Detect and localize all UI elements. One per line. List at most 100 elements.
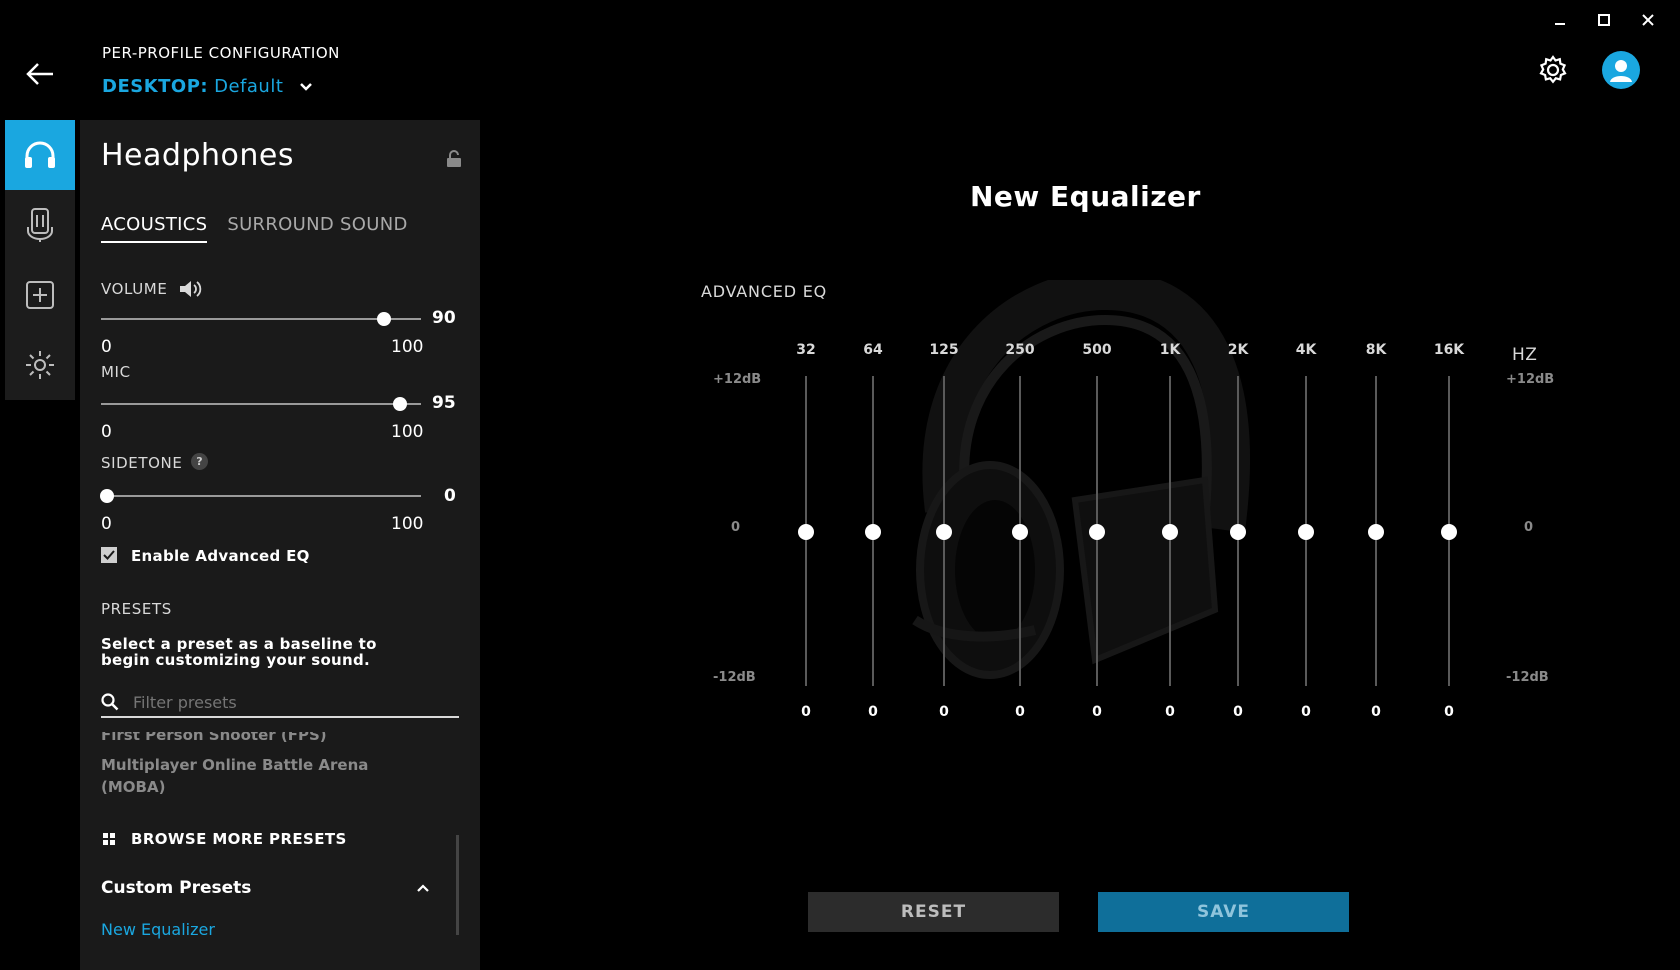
browse-more-presets-button[interactable]: BROWSE MORE PRESETS [101, 830, 347, 848]
config-title: PER-PROFILE CONFIGURATION [102, 44, 340, 62]
volume-max: 100 [391, 337, 424, 357]
hz-unit-label: HZ [1512, 345, 1538, 365]
chevron-up-icon [417, 884, 429, 892]
eq-band-value: 0 [1444, 704, 1454, 720]
mic-value: 95 [432, 393, 456, 413]
headphones-panel: Headphones ACOUSTICS SURROUND SOUND VOLU… [80, 120, 480, 970]
microphone-icon [27, 208, 53, 242]
custom-preset-item[interactable]: New Equalizer [101, 920, 215, 939]
tab-surround-sound[interactable]: SURROUND SOUND [227, 214, 407, 243]
eq-band-value: 0 [939, 704, 949, 720]
profile-key: DESKTOP: [102, 76, 209, 97]
volume-slider-thumb[interactable] [377, 312, 391, 326]
eq-band-thumb[interactable] [1441, 524, 1457, 540]
eq-band-value: 0 [1165, 704, 1175, 720]
back-button[interactable] [24, 60, 56, 88]
sidetone-slider[interactable] [101, 495, 421, 497]
save-button[interactable]: SAVE [1098, 892, 1349, 932]
sidetone-max: 100 [391, 514, 424, 534]
minimize-button[interactable] [1538, 8, 1582, 32]
eq-band-value: 0 [868, 704, 878, 720]
checkmark-icon [103, 550, 115, 560]
sidetone-help-icon[interactable]: ? [191, 453, 208, 470]
sidetone-value: 0 [444, 486, 456, 506]
eq-band-frequency: 2K [1227, 342, 1249, 358]
speaker-icon [180, 281, 202, 297]
sidetone-label: SIDETONE [101, 454, 183, 472]
eq-band-value: 0 [1233, 704, 1243, 720]
sidebar-item-lighting[interactable] [5, 330, 75, 400]
minimize-icon [1555, 23, 1565, 25]
user-avatar[interactable] [1602, 51, 1640, 89]
preset-search-input[interactable] [133, 692, 433, 712]
panel-title: Headphones [101, 138, 294, 173]
volume-min: 0 [101, 337, 112, 357]
lighting-icon [26, 351, 54, 379]
eq-band-thumb[interactable] [1089, 524, 1105, 540]
eq-band-thumb[interactable] [798, 524, 814, 540]
grid-icon [103, 833, 115, 845]
eq-band-thumb[interactable] [865, 524, 881, 540]
eq-band-value: 0 [801, 704, 811, 720]
db-top-left: +12dB [713, 372, 762, 387]
eq-band-thumb[interactable] [1298, 524, 1314, 540]
sidetone-slider-thumb[interactable] [100, 489, 114, 503]
profile-value: Default [214, 76, 284, 97]
volume-label: VOLUME [101, 280, 168, 298]
db-mid-right: 0 [1524, 520, 1534, 535]
advanced-eq-label[interactable]: Enable Advanced EQ [131, 547, 310, 565]
volume-slider[interactable] [101, 318, 421, 320]
eq-band-frequency: 64 [863, 342, 883, 358]
sidebar-item-headphones[interactable] [5, 120, 75, 190]
unlock-icon[interactable] [446, 150, 462, 168]
settings-button[interactable] [1537, 54, 1569, 86]
eq-band-thumb[interactable] [936, 524, 952, 540]
device-sidebar [5, 120, 75, 400]
mic-label: MIC [101, 363, 131, 381]
eq-band-thumb[interactable] [1230, 524, 1246, 540]
equalizer-title: New Equalizer [970, 180, 1201, 213]
tab-acoustics[interactable]: ACOUSTICS [101, 214, 208, 243]
preset-item[interactable]: Multiplayer Online Battle Arena (MOBA) [101, 754, 431, 798]
eq-band-thumb[interactable] [1012, 524, 1028, 540]
eq-band-thumb[interactable] [1162, 524, 1178, 540]
eq-band-frequency: 1K [1159, 342, 1181, 358]
panel-tabs: ACOUSTICS SURROUND SOUND [101, 214, 408, 243]
sidebar-item-microphone[interactable] [5, 190, 75, 260]
user-icon [1610, 60, 1632, 82]
profile-selector[interactable]: DESKTOP: Default [102, 76, 313, 97]
eq-band-value: 0 [1371, 704, 1381, 720]
maximize-button[interactable] [1582, 8, 1626, 32]
headphones-icon [25, 141, 55, 168]
maximize-icon [1598, 14, 1610, 26]
search-icon [101, 693, 119, 711]
eq-band-value: 0 [1092, 704, 1102, 720]
eq-band-value: 0 [1301, 704, 1311, 720]
chevron-down-icon [300, 82, 313, 91]
reset-button[interactable]: RESET [808, 892, 1059, 932]
eq-band-frequency: 8K [1365, 342, 1387, 358]
custom-presets-header[interactable]: Custom Presets [101, 878, 429, 898]
arrow-left-icon [26, 63, 53, 85]
advanced-eq-heading: ADVANCED EQ [701, 282, 828, 301]
mic-slider[interactable] [101, 403, 421, 405]
db-bottom-right: -12dB [1506, 670, 1549, 685]
mic-slider-thumb[interactable] [393, 397, 407, 411]
eq-band-thumb[interactable] [1368, 524, 1384, 540]
db-top-right: +12dB [1506, 372, 1555, 387]
mic-max: 100 [391, 422, 424, 442]
eq-band-frequency: 4K [1295, 342, 1317, 358]
close-icon [1642, 14, 1654, 26]
close-button[interactable] [1626, 8, 1670, 32]
preset-search [101, 688, 459, 718]
presets-description: Select a preset as a baseline to begin c… [101, 635, 377, 669]
mic-min: 0 [101, 422, 112, 442]
sidebar-item-add[interactable] [5, 260, 75, 330]
eq-band-value: 0 [1015, 704, 1025, 720]
window-controls [1538, 8, 1670, 32]
advanced-eq-checkbox[interactable] [101, 547, 117, 563]
db-bottom-left: -12dB [713, 670, 756, 685]
preset-scrollbar[interactable] [456, 835, 459, 935]
preset-item[interactable]: First Person Shooter (FPS) [101, 732, 431, 746]
db-mid-left: 0 [731, 520, 741, 535]
